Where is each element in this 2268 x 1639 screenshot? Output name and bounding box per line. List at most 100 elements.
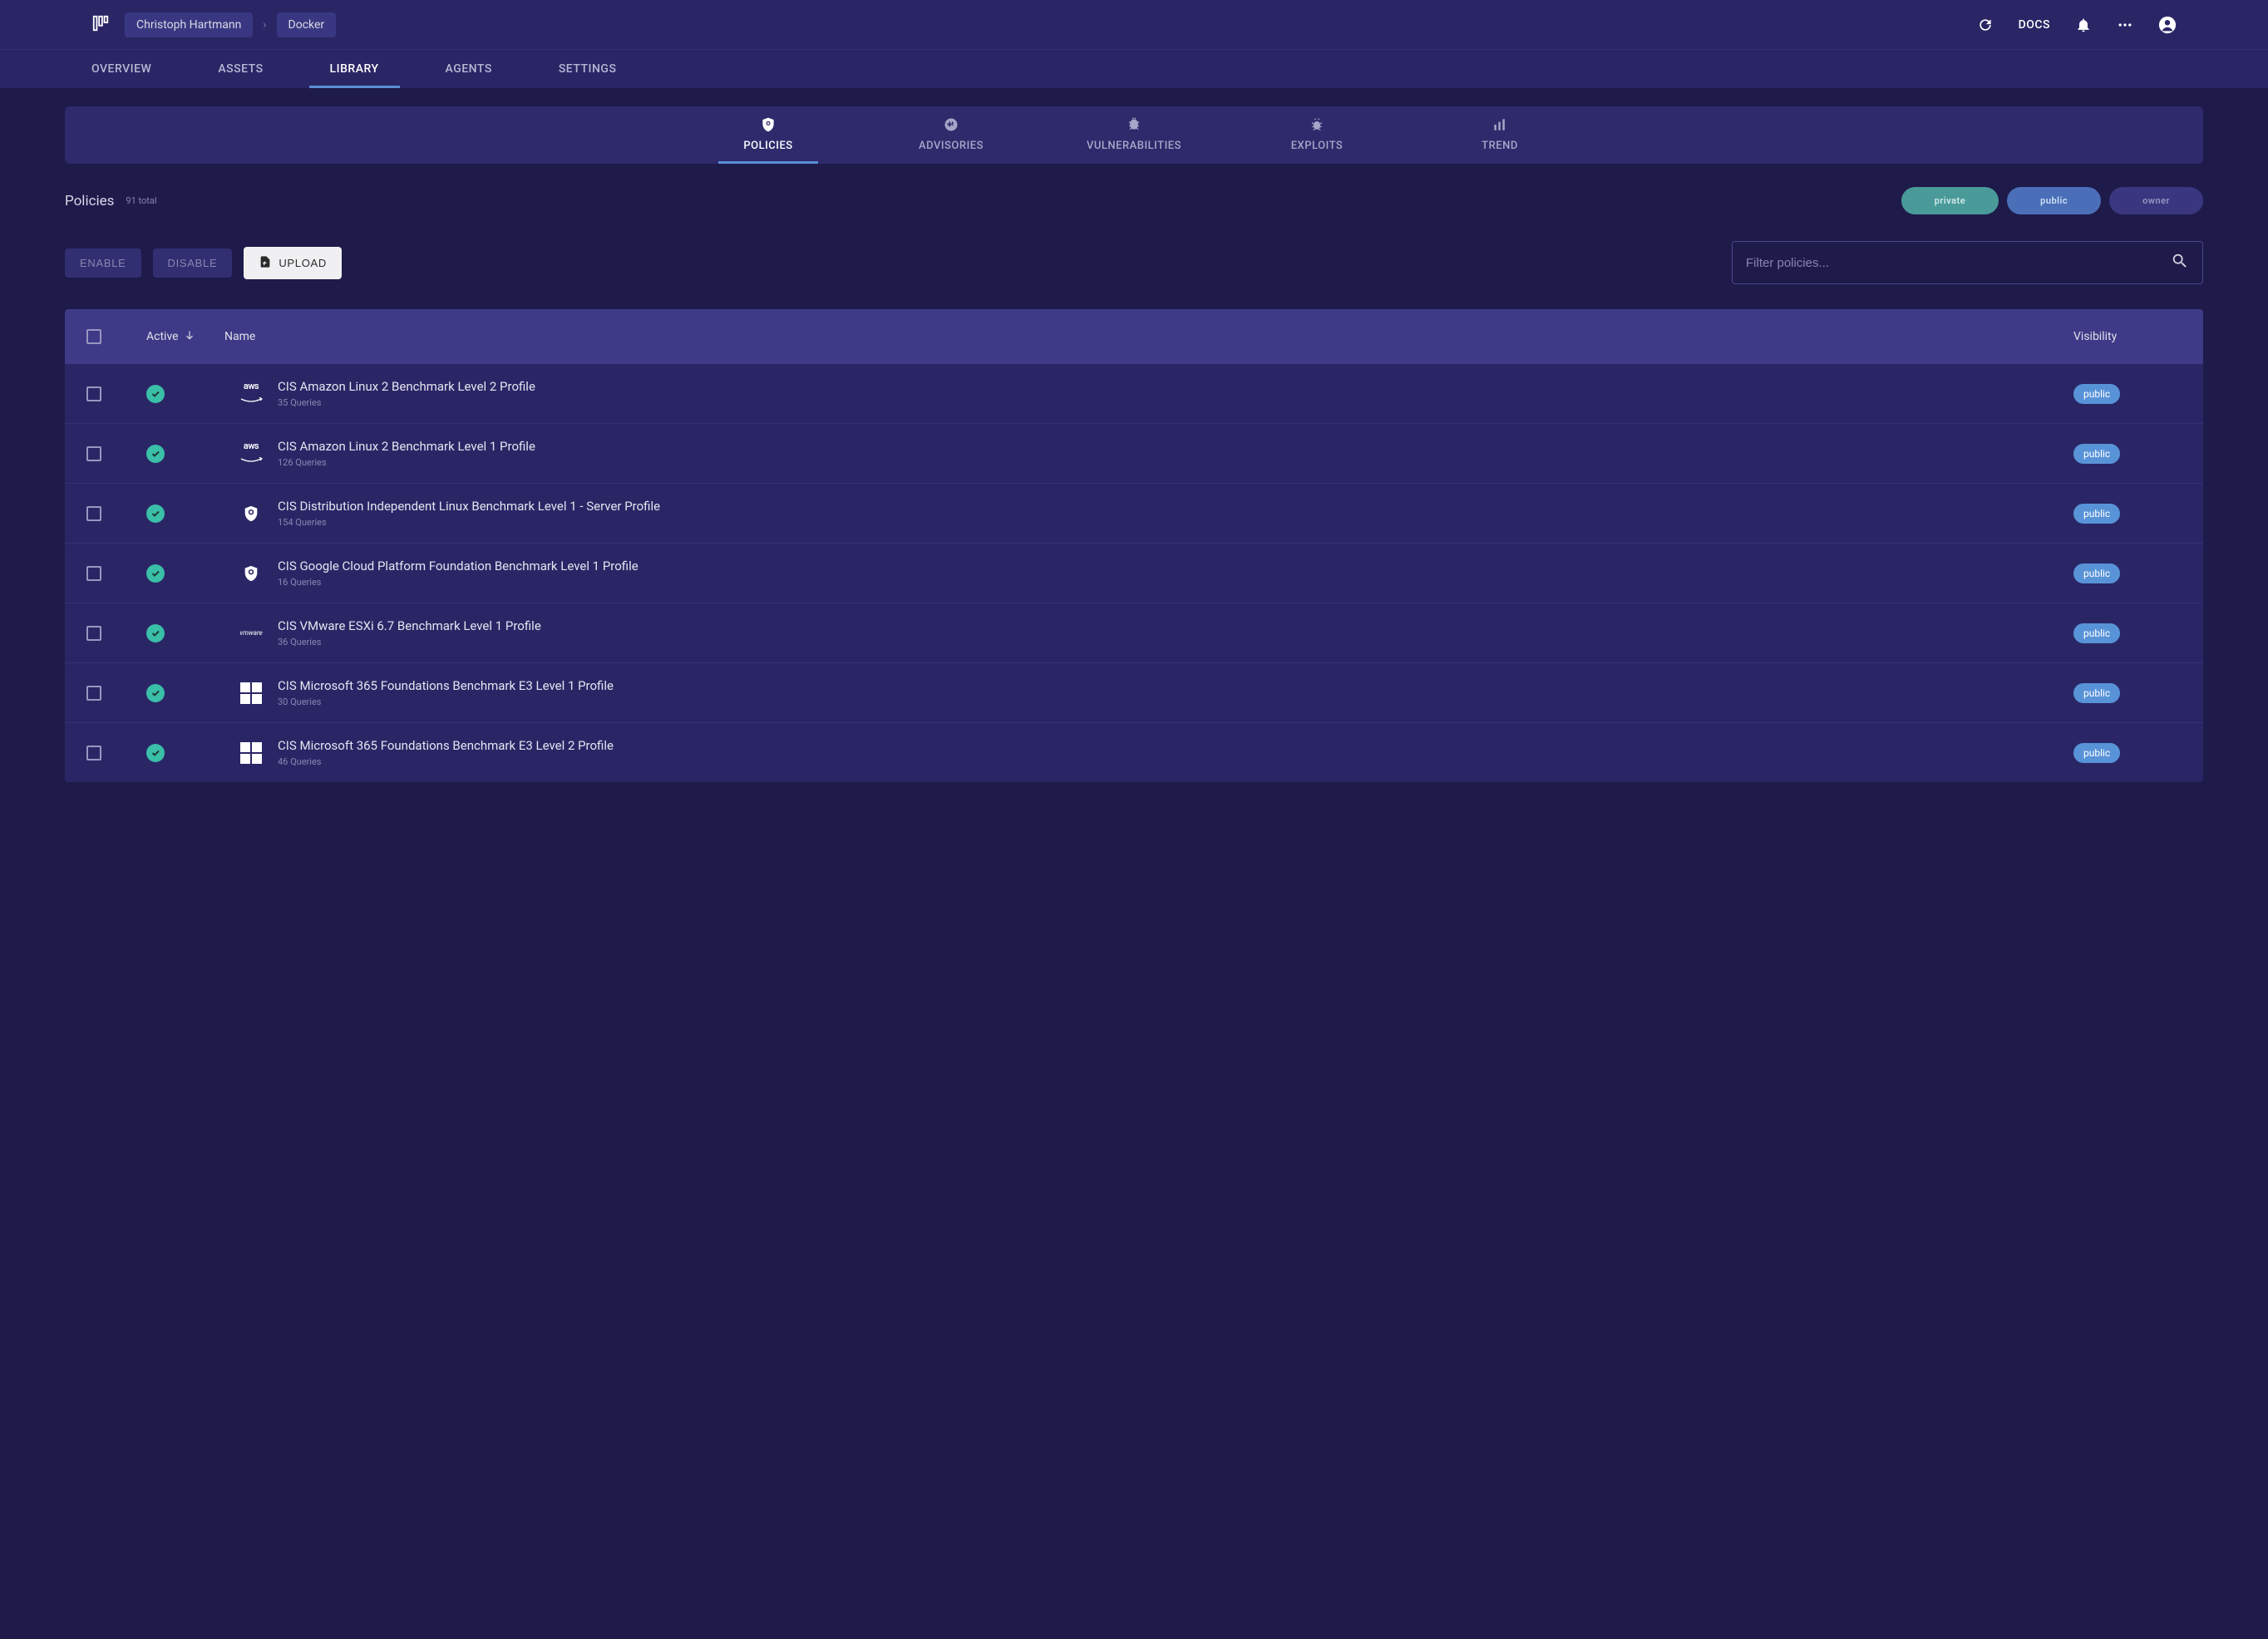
policy-query-count: 16 Queries [278,577,2073,588]
breadcrumb: Christoph Hartmann › Docker [125,12,336,37]
action-row: ENABLE DISABLE UPLOAD [65,241,2203,284]
policy-name: CIS Amazon Linux 2 Benchmark Level 2 Pro… [278,379,2073,394]
search-icon [2171,252,2189,273]
account-icon[interactable] [2158,16,2177,34]
policy-name: CIS Microsoft 365 Foundations Benchmark … [278,678,2073,693]
nav-overview[interactable]: OVERVIEW [91,50,151,88]
row-checkbox[interactable] [86,446,101,461]
shield-icon [224,504,278,523]
active-check-icon [146,445,165,463]
docs-link[interactable]: DOCS [2019,18,2050,32]
search-box[interactable] [1732,241,2203,284]
table-row[interactable]: vmwareCIS VMware ESXi 6.7 Benchmark Leve… [65,603,2203,663]
policy-name: CIS Microsoft 365 Foundations Benchmark … [278,738,2073,753]
disable-button[interactable]: DISABLE [153,249,233,278]
vmware-icon: vmware [224,629,278,637]
subtab-vulnerabilities[interactable]: VULNERABILITIES [1084,116,1184,164]
policy-query-count: 46 Queries [278,756,2073,767]
filter-pill-private[interactable]: private [1901,187,1999,214]
filter-pill-public[interactable]: public [2007,187,2101,214]
active-check-icon [146,624,165,642]
sort-down-icon [184,329,195,344]
row-checkbox[interactable] [86,746,101,760]
policy-query-count: 36 Queries [278,637,2073,647]
refresh-icon[interactable] [1977,17,1994,33]
subtab-label: ADVISORIES [919,140,984,152]
header-actions: DOCS [1977,16,2177,34]
upload-button-label: UPLOAD [279,257,327,269]
column-header-visibility[interactable]: Visibility [2073,330,2182,343]
column-header-active[interactable]: Active [146,329,224,344]
table-row[interactable]: awsCIS Amazon Linux 2 Benchmark Level 1 … [65,424,2203,484]
policy-name: CIS Google Cloud Platform Foundation Ben… [278,559,2073,573]
table-row[interactable]: CIS Distribution Independent Linux Bench… [65,484,2203,544]
policies-icon [760,116,777,133]
visibility-badge: public [2073,743,2120,763]
title-row: Policies 91 total private public owner [65,187,2203,214]
visibility-badge: public [2073,564,2120,583]
subtab-label: EXPLOITS [1291,140,1344,152]
active-check-icon [146,504,165,523]
table-row[interactable]: CIS Microsoft 365 Foundations Benchmark … [65,663,2203,723]
visibility-badge: public [2073,623,2120,643]
row-checkbox[interactable] [86,386,101,401]
row-checkbox[interactable] [86,626,101,641]
active-check-icon [146,564,165,583]
nav-settings[interactable]: SETTINGS [559,50,617,88]
breadcrumb-context[interactable]: Docker [277,12,337,37]
policy-query-count: 35 Queries [278,397,2073,408]
column-header-name[interactable]: Name [224,330,2073,343]
total-count: 91 total [126,195,156,206]
row-checkbox[interactable] [86,686,101,701]
subtab-label: POLICIES [743,140,792,152]
table-row[interactable]: CIS Microsoft 365 Foundations Benchmark … [65,723,2203,782]
bell-icon[interactable] [2075,17,2092,33]
nav-agents[interactable]: AGENTS [446,50,492,88]
active-check-icon [146,385,165,403]
row-checkbox[interactable] [86,566,101,581]
table-row[interactable]: CIS Google Cloud Platform Foundation Ben… [65,544,2203,603]
nav-assets[interactable]: ASSETS [218,50,263,88]
table-body: awsCIS Amazon Linux 2 Benchmark Level 2 … [65,364,2203,782]
visibility-badge: public [2073,683,2120,703]
filter-pill-owner[interactable]: owner [2109,187,2203,214]
top-navigation: OVERVIEW ASSETS LIBRARY AGENTS SETTINGS [0,50,2268,88]
subtab-exploits[interactable]: EXPLOITS [1267,116,1367,164]
visibility-badge: public [2073,384,2120,404]
ms-icon [224,742,278,764]
enable-button[interactable]: ENABLE [65,249,141,278]
app-logo[interactable] [91,14,110,36]
policy-name: CIS Amazon Linux 2 Benchmark Level 1 Pro… [278,439,2073,454]
visibility-badge: public [2073,444,2120,464]
visibility-filter-pills: private public owner [1901,187,2203,214]
page-title: Policies [65,193,114,209]
visibility-badge: public [2073,504,2120,524]
trend-icon [1491,116,1508,133]
library-subtabs: POLICIES ADVISORIES VULNERABILITIES EXPLOIT… [65,106,2203,164]
active-check-icon [146,684,165,702]
breadcrumb-separator: › [263,18,266,32]
policy-query-count: 126 Queries [278,457,2073,468]
subtab-label: VULNERABILITIES [1087,140,1181,152]
exploits-icon [1309,116,1325,133]
upload-file-icon [259,255,272,271]
policy-name: CIS VMware ESXi 6.7 Benchmark Level 1 Pr… [278,618,2073,633]
vulnerabilities-icon [1126,116,1142,133]
table-header: Active Name Visibility [65,309,2203,364]
table-row[interactable]: awsCIS Amazon Linux 2 Benchmark Level 2 … [65,364,2203,424]
nav-library[interactable]: LIBRARY [330,50,379,88]
subtab-trend[interactable]: TREND [1450,116,1550,164]
upload-button[interactable]: UPLOAD [244,247,342,279]
advisories-icon [943,116,959,133]
subtab-policies[interactable]: POLICIES [718,116,818,164]
select-all-checkbox[interactable] [86,329,101,344]
more-icon[interactable] [2117,17,2133,33]
breadcrumb-user[interactable]: Christoph Hartmann [125,12,253,37]
ms-icon [224,682,278,704]
subtab-advisories[interactable]: ADVISORIES [901,116,1001,164]
policies-table: Active Name Visibility awsCIS Amazon Lin… [65,309,2203,782]
aws-icon: aws [224,381,278,407]
search-input[interactable] [1746,256,2171,270]
row-checkbox[interactable] [86,506,101,521]
policy-query-count: 30 Queries [278,696,2073,707]
